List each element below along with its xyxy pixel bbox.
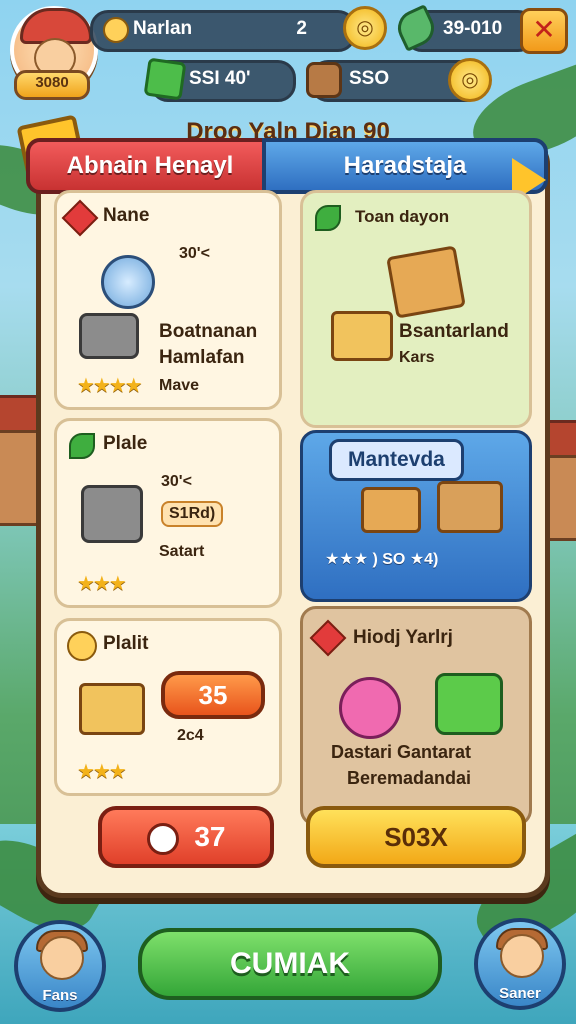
card-name: Dastari Gantarat (331, 742, 472, 762)
gems-value: SSI 40' (189, 68, 251, 89)
score-value: 39-010 (443, 18, 503, 39)
saner-label: Saner (499, 985, 541, 1002)
card-name: Bsantarland (399, 321, 509, 342)
tab-left[interactable]: Abnain Henayl (26, 138, 274, 194)
close-button[interactable]: ✕ (520, 8, 568, 54)
stars-rating: ★★★★ (77, 375, 143, 397)
timer-text: 30'< (161, 473, 192, 490)
search-coin-icon (146, 822, 179, 855)
backpack-icon (386, 245, 466, 319)
card-title: Nane (103, 205, 150, 226)
clock-icon (101, 255, 155, 309)
cheese-block-icon (79, 683, 145, 735)
buy-button-left[interactable]: 37 (98, 806, 274, 868)
card-title: Plale (103, 433, 148, 454)
card-footer: Satart (159, 543, 205, 560)
coins-value: 2 (296, 18, 307, 39)
toaster-icon (81, 485, 143, 543)
main-action-button[interactable]: CUMIAK (138, 928, 442, 1000)
fans-label: Fans (42, 987, 78, 1004)
card-title: Plalit (103, 633, 149, 654)
stars-rating: ★★★ (77, 761, 127, 783)
smile-icon (103, 17, 129, 43)
pink-creature-icon (339, 677, 401, 739)
card-item-3[interactable]: Plale 30'< S1Rd) Satart ★★★ (54, 418, 282, 608)
buy-button-right[interactable]: S03X (306, 806, 526, 868)
gem-icon (143, 57, 187, 101)
player-name-bar: Narlan 2 (90, 10, 356, 52)
coin-icon-2: ◎ (448, 58, 492, 102)
ticket-icon (306, 62, 342, 98)
stars-rating: ★★★ (77, 573, 127, 595)
saner-button[interactable]: Saner (474, 918, 566, 1010)
card-item-6[interactable]: Hiodj Yarlrj Dastari Gantarat Beremadand… (300, 606, 532, 826)
buy-button-label: 37 (194, 821, 226, 852)
tickets-value: SSO (349, 68, 390, 89)
card-item-4[interactable]: Mantevda ★★★ ) SO ★4) (300, 430, 532, 602)
price-sub: 2c4 (177, 727, 204, 744)
card-subname: Kars (399, 349, 435, 366)
bread-slices-icon (437, 481, 503, 533)
star-badge-icon (309, 619, 347, 657)
card-item-1[interactable]: Nane 30'< Boatnanan Hamlafan ★★★★ Mave (54, 190, 282, 410)
cheese-icon (331, 311, 393, 361)
card-item-5[interactable]: Plalit 35 2c4 ★★★ (54, 618, 282, 796)
card-item-2[interactable]: Toan dayon Bsantarland Kars (300, 190, 532, 428)
card-subname: Hamlafan (159, 347, 245, 368)
card-title: Hiodj Yarlrj (353, 627, 453, 648)
star-badge-icon (61, 199, 99, 237)
card-title: Toan dayon (355, 207, 450, 226)
bread-icon (361, 487, 421, 533)
coin-icon: ◎ (343, 6, 387, 50)
face-icon (500, 934, 544, 978)
card-footer: Mave (159, 377, 200, 394)
tab-right[interactable]: Haradstaja (262, 138, 548, 194)
card-subname: Beremadandai (347, 768, 472, 788)
level-badge: 3080 (14, 70, 90, 100)
face-icon (40, 936, 84, 980)
leaf-badge-icon (69, 433, 95, 459)
card-title: Mantevda (329, 439, 464, 481)
price-badge: S1Rd) (161, 501, 224, 527)
machine-icon (79, 313, 139, 359)
green-truck-icon (435, 673, 503, 735)
coin-badge-icon (67, 631, 97, 661)
player-name: Narlan (133, 18, 193, 39)
timer-text: 30'< (179, 245, 210, 262)
card-footer: ★★★ ) SO ★4) (325, 551, 439, 568)
leaf-badge-icon (315, 205, 341, 231)
fans-button[interactable]: Fans (14, 920, 106, 1012)
price-tag[interactable]: 35 (161, 671, 265, 719)
card-name: Boatnanan (159, 321, 258, 342)
